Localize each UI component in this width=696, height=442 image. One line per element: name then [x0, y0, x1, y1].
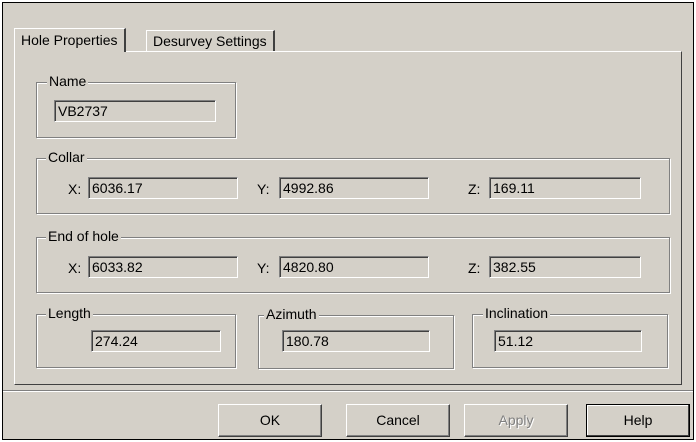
cancel-button[interactable]: Cancel [346, 404, 450, 437]
button-bar-divider [3, 390, 693, 392]
end-of-hole-group-legend: End of hole [46, 228, 121, 244]
cancel-button-label: Cancel [376, 412, 420, 428]
help-button[interactable]: Help [586, 404, 690, 437]
end-of-hole-z-label: Z: [468, 260, 481, 276]
end-of-hole-z-field[interactable]: 382.55 [489, 256, 641, 278]
azimuth-group-legend: Azimuth [264, 306, 319, 322]
length-field[interactable]: 274.24 [91, 330, 221, 352]
tab-hole-properties[interactable]: Hole Properties [14, 28, 126, 52]
end-of-hole-y-label: Y: [257, 260, 270, 276]
inclination-group-legend: Inclination [483, 305, 551, 321]
apply-button-label: Apply [498, 412, 534, 428]
collar-y-field[interactable]: 4992.86 [279, 177, 429, 199]
collar-x-field[interactable]: 6036.17 [88, 177, 238, 199]
help-button-label: Help [623, 412, 653, 428]
length-group-legend: Length [46, 305, 93, 321]
collar-z-field[interactable]: 169.11 [489, 177, 641, 199]
end-of-hole-x-label: X: [68, 260, 82, 276]
name-field[interactable]: VB2737 [54, 100, 216, 122]
tab-desurvey-settings[interactable]: Desurvey Settings [146, 30, 275, 51]
collar-group-legend: Collar [46, 149, 87, 165]
name-group-legend: Name [47, 73, 89, 89]
ok-button-label: OK [259, 412, 281, 428]
collar-y-label: Y: [257, 181, 270, 197]
tab-hole-properties-label: Hole Properties [21, 32, 118, 48]
end-of-hole-y-field[interactable]: 4820.80 [279, 256, 429, 278]
end-of-hole-x-field[interactable]: 6033.82 [88, 256, 238, 278]
tab-desurvey-settings-label: Desurvey Settings [153, 33, 267, 49]
apply-button[interactable]: Apply [464, 404, 568, 437]
azimuth-field[interactable]: 180.78 [282, 330, 430, 352]
collar-x-label: X: [68, 181, 82, 197]
inclination-field[interactable]: 51.12 [494, 330, 642, 352]
ok-button[interactable]: OK [218, 404, 322, 437]
collar-z-label: Z: [468, 181, 481, 197]
